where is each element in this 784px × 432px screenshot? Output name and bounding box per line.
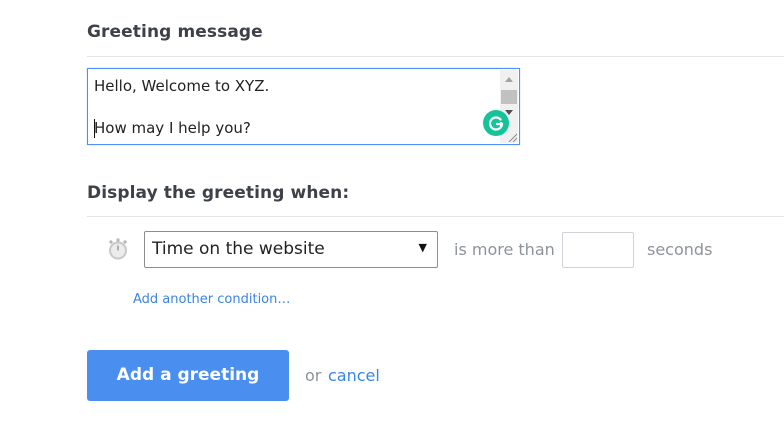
divider	[87, 56, 784, 57]
grammarly-icon[interactable]	[483, 110, 509, 136]
text-caret	[94, 119, 95, 138]
seconds-input[interactable]	[562, 232, 634, 268]
condition-type-select[interactable]: Time on the website ▼	[144, 231, 438, 268]
greeting-section-title: Greeting message	[87, 22, 263, 42]
operator-label: is more than	[454, 240, 555, 259]
greeting-message-text[interactable]: Hello, Welcome to XYZ. How may I help yo…	[94, 76, 494, 139]
message-line: Hello, Welcome to XYZ.	[94, 77, 270, 95]
add-another-condition-link[interactable]: Add another condition…	[133, 292, 290, 307]
greeting-message-textarea[interactable]: Hello, Welcome to XYZ. How may I help yo…	[87, 68, 520, 145]
message-line: How may I help you?	[94, 119, 251, 137]
add-greeting-button[interactable]: Add a greeting	[87, 350, 289, 401]
seconds-unit-label: seconds	[647, 240, 713, 259]
timer-icon	[108, 238, 128, 260]
resize-grip-icon[interactable]	[507, 132, 517, 142]
or-label: or	[305, 366, 322, 385]
chevron-down-icon: ▼	[418, 241, 427, 254]
scrollbar-thumb[interactable]	[501, 90, 517, 104]
greeting-settings-panel: Greeting message Hello, Welcome to XYZ. …	[0, 0, 784, 432]
scroll-up-arrow-icon[interactable]	[505, 77, 513, 82]
divider	[87, 216, 784, 217]
condition-type-value: Time on the website	[152, 239, 325, 259]
cancel-link[interactable]: cancel	[328, 366, 380, 385]
display-condition-title: Display the greeting when:	[87, 183, 350, 203]
